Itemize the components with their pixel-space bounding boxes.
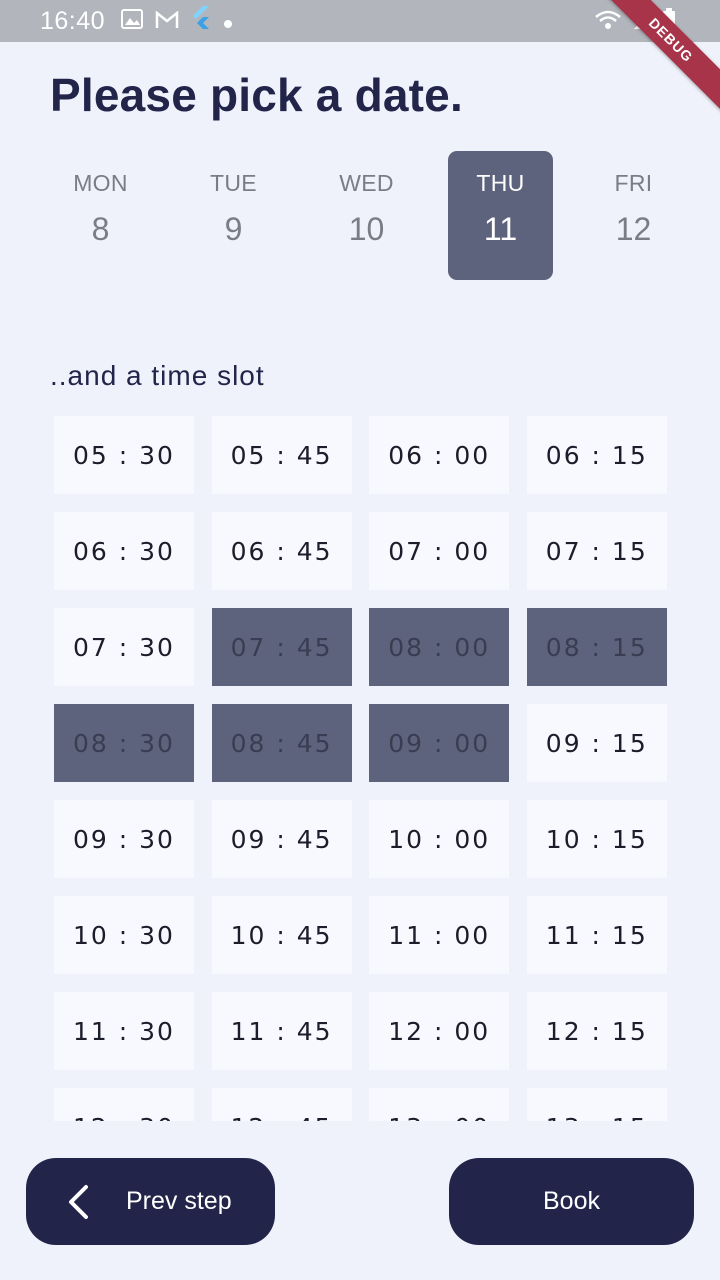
time-slot-booked: 08 : 30 bbox=[54, 704, 194, 782]
day-name: FRI bbox=[614, 170, 653, 196]
time-slot[interactable]: 09 : 15 bbox=[526, 704, 667, 782]
time-slot[interactable]: 12 : 00 bbox=[369, 992, 510, 1070]
chevron-left-icon bbox=[66, 1184, 90, 1220]
status-bar: 16:40 bbox=[0, 0, 720, 42]
date-picker: MON 8 TUE 9 WED 10 THU 11 FRI 12 bbox=[34, 151, 700, 280]
time-slot-booked: 08 : 45 bbox=[211, 704, 352, 782]
time-slot[interactable]: 10 : 30 bbox=[54, 896, 194, 974]
time-slot-booked: 07 : 45 bbox=[211, 608, 352, 686]
time-slot[interactable]: 06 : 15 bbox=[526, 416, 667, 494]
day-number: 10 bbox=[348, 211, 385, 247]
time-slot[interactable]: 05 : 30 bbox=[54, 416, 194, 494]
page-title: Please pick a date. bbox=[50, 69, 463, 121]
day-name: THU bbox=[476, 170, 525, 196]
day-item[interactable]: TUE 9 bbox=[181, 151, 286, 280]
time-slot[interactable]: 11 : 45 bbox=[211, 992, 352, 1070]
image-icon bbox=[121, 7, 144, 36]
day-number: 11 bbox=[483, 211, 518, 247]
time-slot-booked: 08 : 00 bbox=[369, 608, 510, 686]
day-item[interactable]: FRI 12 bbox=[581, 151, 686, 280]
time-slot[interactable]: 09 : 45 bbox=[211, 800, 352, 878]
gmail-icon bbox=[155, 7, 179, 36]
time-slot[interactable]: 10 : 45 bbox=[211, 896, 352, 974]
time-slot[interactable]: 09 : 30 bbox=[54, 800, 194, 878]
day-item-selected[interactable]: THU 11 bbox=[448, 151, 553, 280]
day-name: MON bbox=[73, 170, 128, 196]
prev-step-button[interactable]: Prev step bbox=[26, 1158, 275, 1245]
time-slot[interactable]: 11 : 15 bbox=[526, 896, 667, 974]
time-slot[interactable]: 11 : 30 bbox=[54, 992, 194, 1070]
wifi-icon bbox=[594, 9, 622, 38]
time-slot[interactable]: 06 : 45 bbox=[211, 512, 352, 590]
day-name: WED bbox=[339, 170, 394, 196]
prev-step-label: Prev step bbox=[126, 1187, 232, 1215]
day-item[interactable]: WED 10 bbox=[314, 151, 419, 280]
time-slot[interactable]: 07 : 15 bbox=[526, 512, 667, 590]
time-slot[interactable]: 11 : 00 bbox=[369, 896, 510, 974]
time-slot[interactable]: 06 : 00 bbox=[369, 416, 510, 494]
status-time: 16:40 bbox=[40, 6, 106, 35]
time-slot[interactable]: 13 : 00 bbox=[369, 1088, 510, 1121]
day-name: TUE bbox=[210, 170, 257, 196]
time-slot[interactable]: 10 : 00 bbox=[369, 800, 510, 878]
time-slot[interactable]: 10 : 15 bbox=[526, 800, 667, 878]
time-slot[interactable]: 12 : 45 bbox=[211, 1088, 352, 1121]
day-number: 12 bbox=[615, 211, 652, 247]
time-slot-list[interactable]: 05 : 30 05 : 45 06 : 00 06 : 15 06 : 30 06 : … bbox=[54, 416, 667, 1121]
time-slot[interactable]: 12 : 15 bbox=[526, 992, 667, 1070]
day-item[interactable]: MON 8 bbox=[48, 151, 153, 280]
time-slot[interactable]: 06 : 30 bbox=[54, 512, 194, 590]
book-button[interactable]: Book bbox=[449, 1158, 694, 1245]
time-slot[interactable]: 12 : 30 bbox=[54, 1088, 194, 1121]
day-number: 9 bbox=[224, 211, 243, 247]
time-slot[interactable]: 13 : 15 bbox=[526, 1088, 667, 1121]
time-slot-grid: 05 : 30 05 : 45 06 : 00 06 : 15 06 : 30 06 : … bbox=[54, 416, 667, 1121]
time-slot-booked: 09 : 00 bbox=[369, 704, 510, 782]
book-label: Book bbox=[543, 1187, 600, 1215]
dot-icon bbox=[223, 7, 233, 36]
time-slot-heading: ..and a time slot bbox=[50, 360, 265, 391]
time-slot-booked: 08 : 15 bbox=[526, 608, 667, 686]
day-number: 8 bbox=[91, 211, 110, 247]
time-slot[interactable]: 07 : 30 bbox=[54, 608, 194, 686]
flutter-icon bbox=[191, 5, 211, 37]
time-slot[interactable]: 07 : 00 bbox=[369, 512, 510, 590]
time-slot[interactable]: 05 : 45 bbox=[211, 416, 352, 494]
